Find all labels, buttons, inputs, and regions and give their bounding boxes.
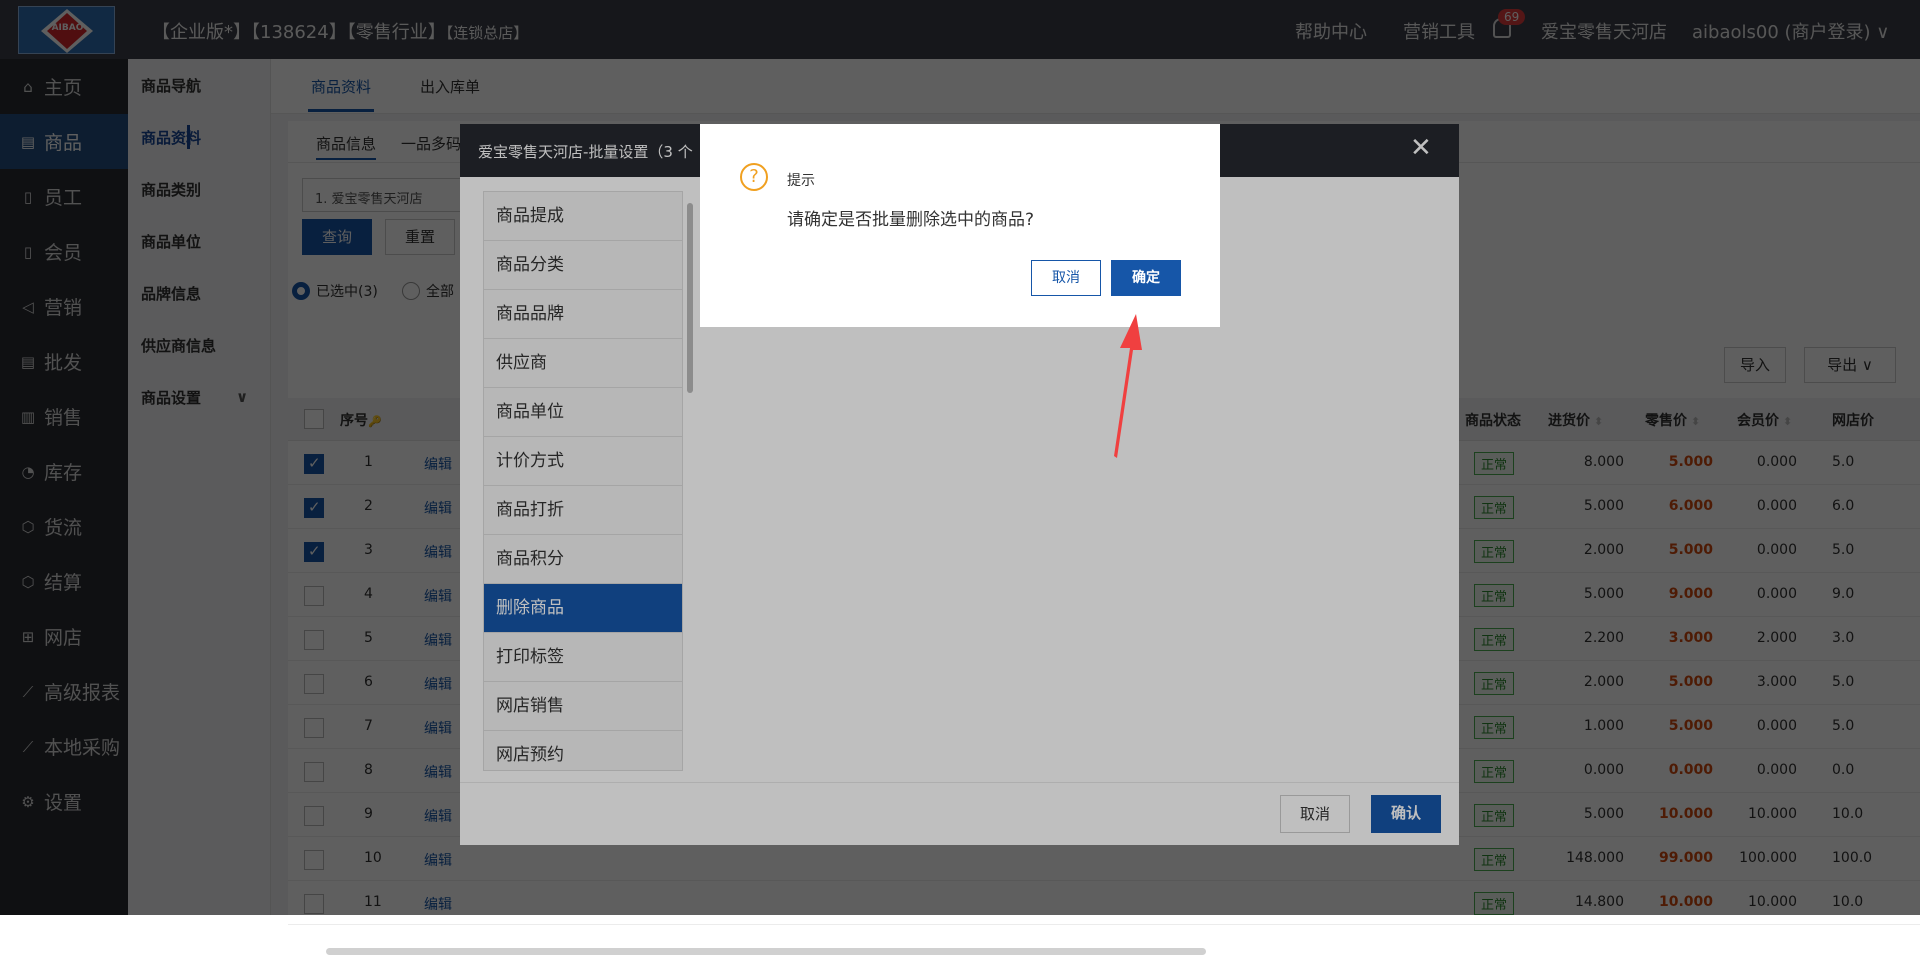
- confirm-message: 请确定是否批量删除选中的商品?: [787, 210, 1035, 230]
- horizontal-scrollbar[interactable]: [326, 948, 1206, 955]
- confirm-cancel-button[interactable]: 取消: [1031, 260, 1101, 296]
- confirm-title: 提示: [787, 173, 815, 189]
- delete-confirm-dialog: ? 提示 请确定是否批量删除选中的商品? 取消 确定: [700, 124, 1220, 327]
- annotation-arrow-icon: [1114, 314, 1142, 458]
- question-icon: ?: [740, 163, 768, 191]
- confirm-ok-button[interactable]: 确定: [1111, 260, 1181, 296]
